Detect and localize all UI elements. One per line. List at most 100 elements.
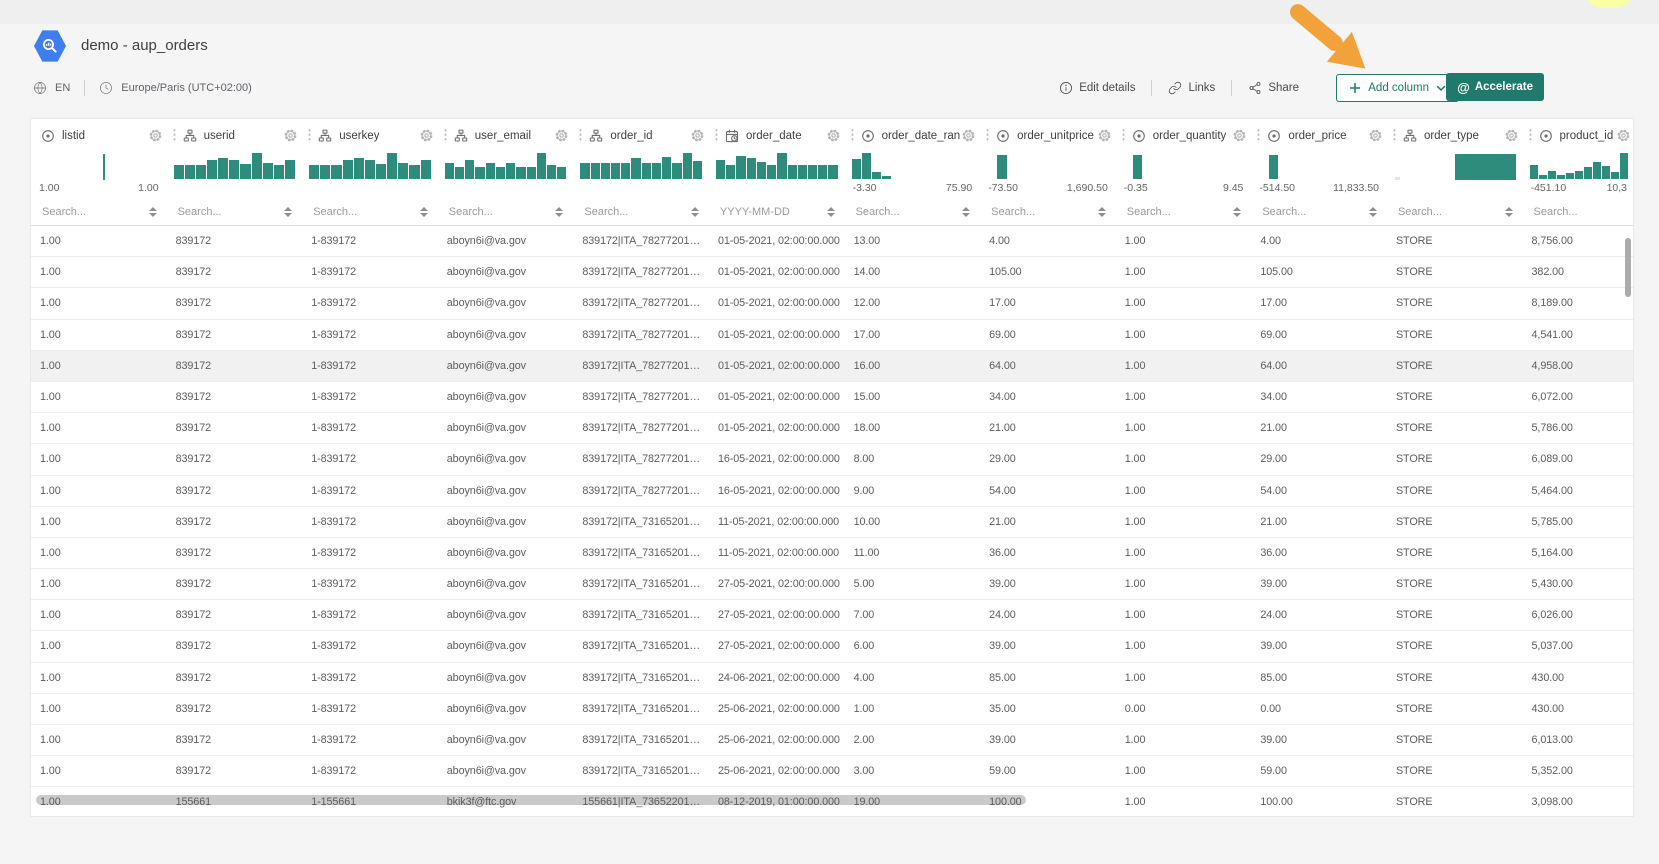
table-row[interactable]: 1.008391721-839172aboyn6i@va.gov839172|I… — [31, 226, 1633, 257]
column-header-order_id[interactable]: order_id — [573, 119, 709, 152]
gear-icon[interactable] — [1368, 128, 1383, 143]
search-input-user_email[interactable] — [447, 205, 540, 219]
sort-icon-order_unitprice[interactable] — [1098, 207, 1106, 217]
drag-dots-handle[interactable] — [1122, 128, 1125, 143]
histogram-order_date[interactable] — [709, 152, 845, 181]
search-input-order_id[interactable] — [582, 205, 675, 219]
table-row[interactable]: 1.008391721-839172aboyn6i@va.gov839172|I… — [31, 663, 1633, 694]
table-row[interactable]: 1.008391721-839172aboyn6i@va.gov839172|I… — [31, 476, 1633, 507]
table-row[interactable]: 1.008391721-839172aboyn6i@va.gov839172|I… — [31, 694, 1633, 725]
accelerate-button[interactable]: @ Accelerate — [1446, 73, 1544, 101]
horizontal-scrollbar[interactable] — [36, 795, 1026, 805]
table-row[interactable]: 1.008391721-839172aboyn6i@va.gov839172|I… — [31, 507, 1633, 538]
search-input-order_date[interactable] — [718, 205, 811, 219]
search-input-product_id[interactable] — [1532, 205, 1608, 219]
drag-dots-handle[interactable] — [1393, 128, 1396, 143]
sort-icon-order_date[interactable] — [827, 207, 835, 217]
cell-order_type: STORE — [1387, 413, 1523, 443]
gear-icon[interactable] — [690, 128, 705, 143]
table-row[interactable]: 1.008391721-839172aboyn6i@va.gov839172|I… — [31, 756, 1633, 787]
edit-details-button[interactable]: Edit details — [1059, 81, 1135, 95]
search-input-userid[interactable] — [176, 205, 269, 219]
gear-icon[interactable] — [826, 128, 841, 143]
table-row[interactable]: 1.008391721-839172aboyn6i@va.gov839172|I… — [31, 444, 1633, 475]
table-row[interactable]: 1.008391721-839172aboyn6i@va.gov839172|I… — [31, 288, 1633, 319]
table-row[interactable]: 1.008391721-839172aboyn6i@va.gov839172|I… — [31, 351, 1633, 382]
gear-icon[interactable] — [1504, 128, 1519, 143]
add-column-button[interactable]: Add column — [1336, 74, 1459, 102]
sort-icon-userkey[interactable] — [420, 207, 428, 217]
search-input-userkey[interactable] — [311, 205, 404, 219]
table-row[interactable]: 1.008391721-839172aboyn6i@va.gov839172|I… — [31, 538, 1633, 569]
histogram-order_quantity[interactable] — [1116, 152, 1252, 181]
column-header-user_email[interactable]: user_email — [438, 119, 574, 152]
sort-icon-userid[interactable] — [284, 207, 292, 217]
drag-dots-handle[interactable] — [851, 128, 854, 143]
table-row[interactable]: 1.008391721-839172aboyn6i@va.gov839172|I… — [31, 320, 1633, 351]
language-selector[interactable]: EN — [55, 82, 70, 94]
column-header-order_date_ran[interactable]: order_date_ran — [845, 119, 981, 152]
table-row[interactable]: 1.008391721-839172aboyn6i@va.gov839172|I… — [31, 413, 1633, 444]
histogram-userkey[interactable] — [302, 152, 438, 181]
column-header-order_type[interactable]: order_type — [1387, 119, 1523, 152]
sort-icon-order_id[interactable] — [691, 207, 699, 217]
histogram-product_id[interactable] — [1523, 152, 1634, 181]
date-type-icon — [725, 129, 739, 143]
gear-icon[interactable] — [419, 128, 434, 143]
table-row[interactable]: 1.008391721-839172aboyn6i@va.gov839172|I… — [31, 631, 1633, 662]
drag-dots-handle[interactable] — [986, 128, 989, 143]
histogram-userid[interactable] — [167, 152, 303, 181]
table-row[interactable]: 1.008391721-839172aboyn6i@va.gov839172|I… — [31, 600, 1633, 631]
search-input-order_date_ran[interactable] — [854, 205, 947, 219]
histogram-order_type[interactable] — [1387, 152, 1523, 181]
search-input-order_quantity[interactable] — [1125, 205, 1218, 219]
histogram-order_price[interactable] — [1251, 152, 1387, 181]
column-header-product_id[interactable]: product_id — [1523, 119, 1634, 152]
sort-icon-order_price[interactable] — [1369, 207, 1377, 217]
sort-icon-listid[interactable] — [149, 207, 157, 217]
table-row[interactable]: 1.008391721-839172aboyn6i@va.gov839172|I… — [31, 382, 1633, 413]
gear-icon[interactable] — [1232, 128, 1247, 143]
drag-dots-handle[interactable] — [444, 128, 447, 143]
drag-dots-handle[interactable] — [715, 128, 718, 143]
gear-icon[interactable] — [554, 128, 569, 143]
drag-dots-handle[interactable] — [1529, 128, 1532, 143]
table-row[interactable]: 1.008391721-839172aboyn6i@va.gov839172|I… — [31, 257, 1633, 288]
column-header-order_price[interactable]: order_price — [1251, 119, 1387, 152]
histogram-order_id[interactable] — [573, 152, 709, 181]
gear-icon[interactable] — [148, 128, 163, 143]
search-input-order_type[interactable] — [1396, 205, 1489, 219]
links-button[interactable]: Links — [1168, 81, 1215, 95]
sort-icon-user_email[interactable] — [555, 207, 563, 217]
share-button[interactable]: Share — [1248, 81, 1299, 95]
table-row[interactable]: 1.008391721-839172aboyn6i@va.gov839172|I… — [31, 725, 1633, 756]
drag-dots-handle[interactable] — [1257, 128, 1260, 143]
drag-dots-handle[interactable] — [579, 128, 582, 143]
gear-icon[interactable] — [961, 128, 976, 143]
search-input-order_price[interactable] — [1260, 205, 1353, 219]
vertical-scrollbar[interactable] — [1625, 238, 1631, 297]
cell-listid: 1.00 — [31, 756, 167, 786]
histogram-user_email[interactable] — [438, 152, 574, 181]
drag-dots-handle[interactable] — [173, 128, 176, 143]
column-header-listid[interactable]: listid — [31, 119, 167, 152]
column-header-order_unitprice[interactable]: order_unitprice — [980, 119, 1116, 152]
histogram-order_date_ran[interactable] — [845, 152, 981, 181]
column-header-order_date[interactable]: order_date — [709, 119, 845, 152]
column-header-order_quantity[interactable]: order_quantity — [1116, 119, 1252, 152]
gear-icon[interactable] — [1097, 128, 1112, 143]
cell-order_id: 839172|ITA_7316520191030... — [573, 725, 709, 755]
table-row[interactable]: 1.008391721-839172aboyn6i@va.gov839172|I… — [31, 569, 1633, 600]
search-input-order_unitprice[interactable] — [989, 205, 1082, 219]
sort-icon-order_quantity[interactable] — [1233, 207, 1241, 217]
column-header-userkey[interactable]: userkey — [302, 119, 438, 152]
gear-icon[interactable] — [283, 128, 298, 143]
search-input-listid[interactable] — [40, 205, 133, 219]
sort-icon-order_date_ran[interactable] — [962, 207, 970, 217]
histogram-listid[interactable] — [31, 152, 167, 181]
sort-icon-order_type[interactable] — [1505, 207, 1513, 217]
drag-dots-handle[interactable] — [308, 128, 311, 143]
column-header-userid[interactable]: userid — [167, 119, 303, 152]
histogram-order_unitprice[interactable] — [980, 152, 1116, 181]
gear-icon[interactable] — [1616, 128, 1631, 143]
